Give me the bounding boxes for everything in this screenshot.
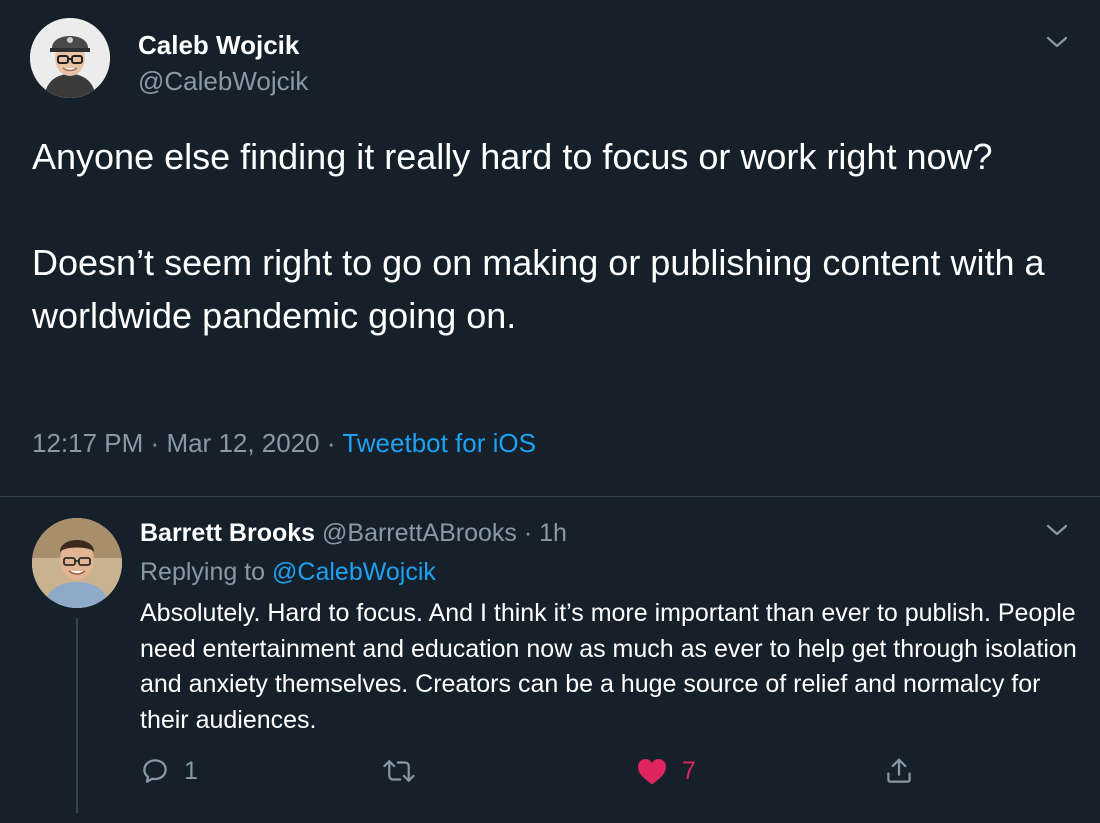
reply-text: Absolutely. Hard to focus. And I think i…: [140, 599, 1077, 734]
share-icon: [887, 758, 911, 783]
tweet-time[interactable]: 12:17 PM: [32, 428, 143, 458]
reply-age[interactable]: 1h: [539, 519, 567, 547]
meta-separator: ·: [326, 428, 336, 458]
reply-count: 1: [184, 756, 198, 785]
divider: [0, 496, 1100, 497]
barrett-avatar[interactable]: [32, 518, 122, 608]
like-count: 7: [682, 756, 696, 785]
tweet-menu-button[interactable]: [1045, 34, 1069, 50]
person-avatar-icon: [32, 518, 122, 608]
tweet-meta: 12:17 PM · Mar 12, 2020 · Tweetbot for i…: [32, 428, 536, 459]
tweet-text: Anyone else finding it really hard to fo…: [32, 130, 1082, 342]
reply-author-handle[interactable]: @BarrettABrooks: [322, 519, 517, 547]
reply-button[interactable]: 1: [140, 748, 198, 794]
author-handle[interactable]: @CalebWojcik: [138, 66, 308, 97]
action-bar: 1 7: [0, 748, 1100, 794]
reply-separator: ·: [523, 519, 533, 547]
caleb-avatar[interactable]: [30, 18, 110, 98]
chevron-down-icon: [1046, 36, 1068, 48]
like-button[interactable]: 7: [636, 748, 696, 794]
person-with-cap-avatar-icon: [30, 18, 110, 98]
reply-author-name[interactable]: Barrett Brooks: [140, 519, 315, 547]
tweet-detail-page: Caleb Wojcik @CalebWojcik Anyone else fi…: [0, 0, 1100, 823]
reply-header: Barrett Brooks @BarrettABrooks · 1h: [140, 519, 567, 548]
tweet-source-link[interactable]: Tweetbot for iOS: [342, 428, 536, 458]
retweet-icon: [383, 760, 415, 782]
chevron-down-icon: [1046, 524, 1068, 536]
retweet-button[interactable]: [382, 748, 430, 794]
tweet-text-paragraph-2: Doesn’t seem right to go on making or pu…: [32, 242, 1045, 336]
author-name[interactable]: Caleb Wojcik: [138, 30, 299, 61]
reply-menu-button[interactable]: [1045, 522, 1069, 538]
tweet-text-paragraph-1: Anyone else finding it really hard to fo…: [32, 136, 993, 177]
meta-separator: ·: [150, 428, 160, 458]
heart-filled-icon: [638, 759, 666, 785]
main-tweet: Caleb Wojcik @CalebWojcik Anyone else fi…: [0, 0, 1100, 496]
comment-icon: [143, 759, 167, 783]
replying-to-label: Replying to: [140, 558, 266, 586]
tweet-date[interactable]: Mar 12, 2020: [166, 428, 319, 458]
replying-to-mention[interactable]: @CalebWojcik: [272, 558, 436, 586]
share-button[interactable]: [884, 748, 914, 794]
replying-to: Replying to @CalebWojcik: [140, 558, 436, 587]
